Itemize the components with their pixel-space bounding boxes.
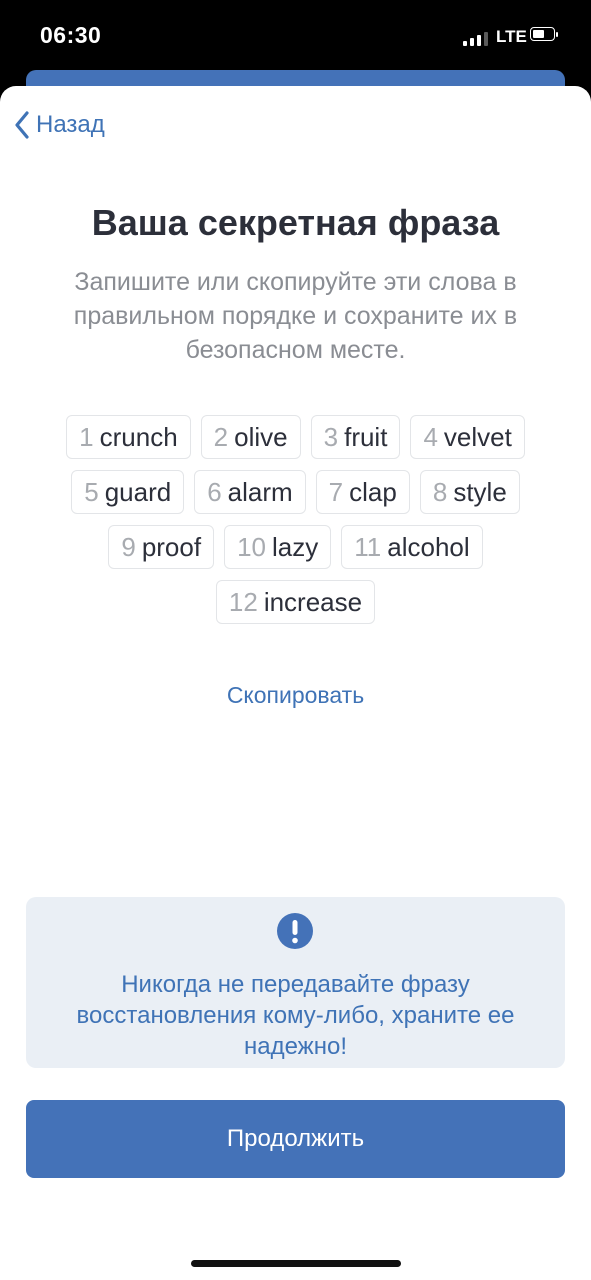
word-number: 8 — [432, 476, 448, 507]
word-number: 2 — [213, 421, 229, 452]
status-time: 06:30 — [40, 22, 102, 48]
word-number: 11 — [354, 531, 382, 562]
signal-icon — [463, 30, 491, 46]
chevron-left-icon — [15, 111, 29, 139]
word-number: 9 — [121, 531, 136, 562]
word-text: crunch — [99, 421, 178, 452]
word-number: 5 — [84, 476, 99, 507]
phrase-row: 12 increase — [0, 580, 591, 624]
word-chip: 12 increase — [215, 580, 376, 624]
exclamation-circle-icon — [277, 913, 313, 949]
word-chip: 10 lazy — [224, 525, 332, 569]
word-chip: 1 crunch — [66, 415, 191, 459]
page-title: Ваша секретная фраза — [91, 202, 500, 243]
word-text: proof — [141, 531, 202, 562]
word-chip: 7 clap — [315, 470, 410, 514]
word-number: 3 — [323, 421, 339, 452]
word-number: 4 — [423, 421, 438, 452]
word-text: olive — [234, 421, 288, 452]
modal-sheet: Назад Ваша секретная фраза Запишите или … — [0, 86, 591, 1280]
word-chip: 11 alcohol — [341, 525, 483, 569]
warning-box: Никогда не передавайте фразу восстановле… — [26, 897, 565, 1068]
status-bar: 06:30 LTE — [0, 0, 591, 70]
word-text: increase — [263, 586, 363, 617]
word-chip: 9 proof — [108, 525, 215, 569]
continue-button[interactable]: Продолжить — [26, 1100, 565, 1178]
copy-button[interactable]: Скопировать — [0, 682, 591, 709]
subtitle: Запишите или скопируйте эти слова в прав… — [73, 268, 518, 364]
word-chip: 2 olive — [200, 415, 301, 459]
word-chip: 8 style — [419, 470, 520, 514]
word-text: alcohol — [387, 531, 470, 562]
word-text: alarm — [227, 476, 293, 507]
word-text: lazy — [272, 531, 319, 562]
word-number: 6 — [207, 476, 222, 507]
word-text: velvet — [443, 421, 512, 452]
word-number: 7 — [328, 476, 344, 507]
network-label: LTE — [496, 27, 527, 46]
word-number: 1 — [79, 421, 94, 452]
phrase-row: 9 proof 10 lazy 11 alcohol — [0, 525, 591, 569]
word-chip: 4 velvet — [410, 415, 525, 459]
word-chip: 3 fruit — [310, 415, 401, 459]
word-number: 10 — [237, 531, 266, 562]
word-text: fruit — [344, 421, 388, 452]
home-indicator[interactable] — [191, 1260, 401, 1267]
phrase-row: 1 crunch 2 olive 3 fruit 4 velvet — [0, 415, 591, 459]
phrase-row: 5 guard 6 alarm 7 clap 8 style — [0, 470, 591, 514]
back-label: Назад — [36, 111, 105, 138]
word-text: clap — [349, 476, 397, 507]
word-number: 12 — [228, 586, 258, 617]
word-text: style — [453, 476, 507, 507]
word-chip: 6 alarm — [194, 470, 306, 514]
word-chip: 5 guard — [71, 470, 185, 514]
word-text: guard — [104, 476, 172, 507]
battery-icon — [530, 27, 560, 43]
back-button[interactable]: Назад — [14, 110, 105, 140]
warning-text: Никогда не передавайте фразу восстановле… — [76, 971, 515, 1060]
